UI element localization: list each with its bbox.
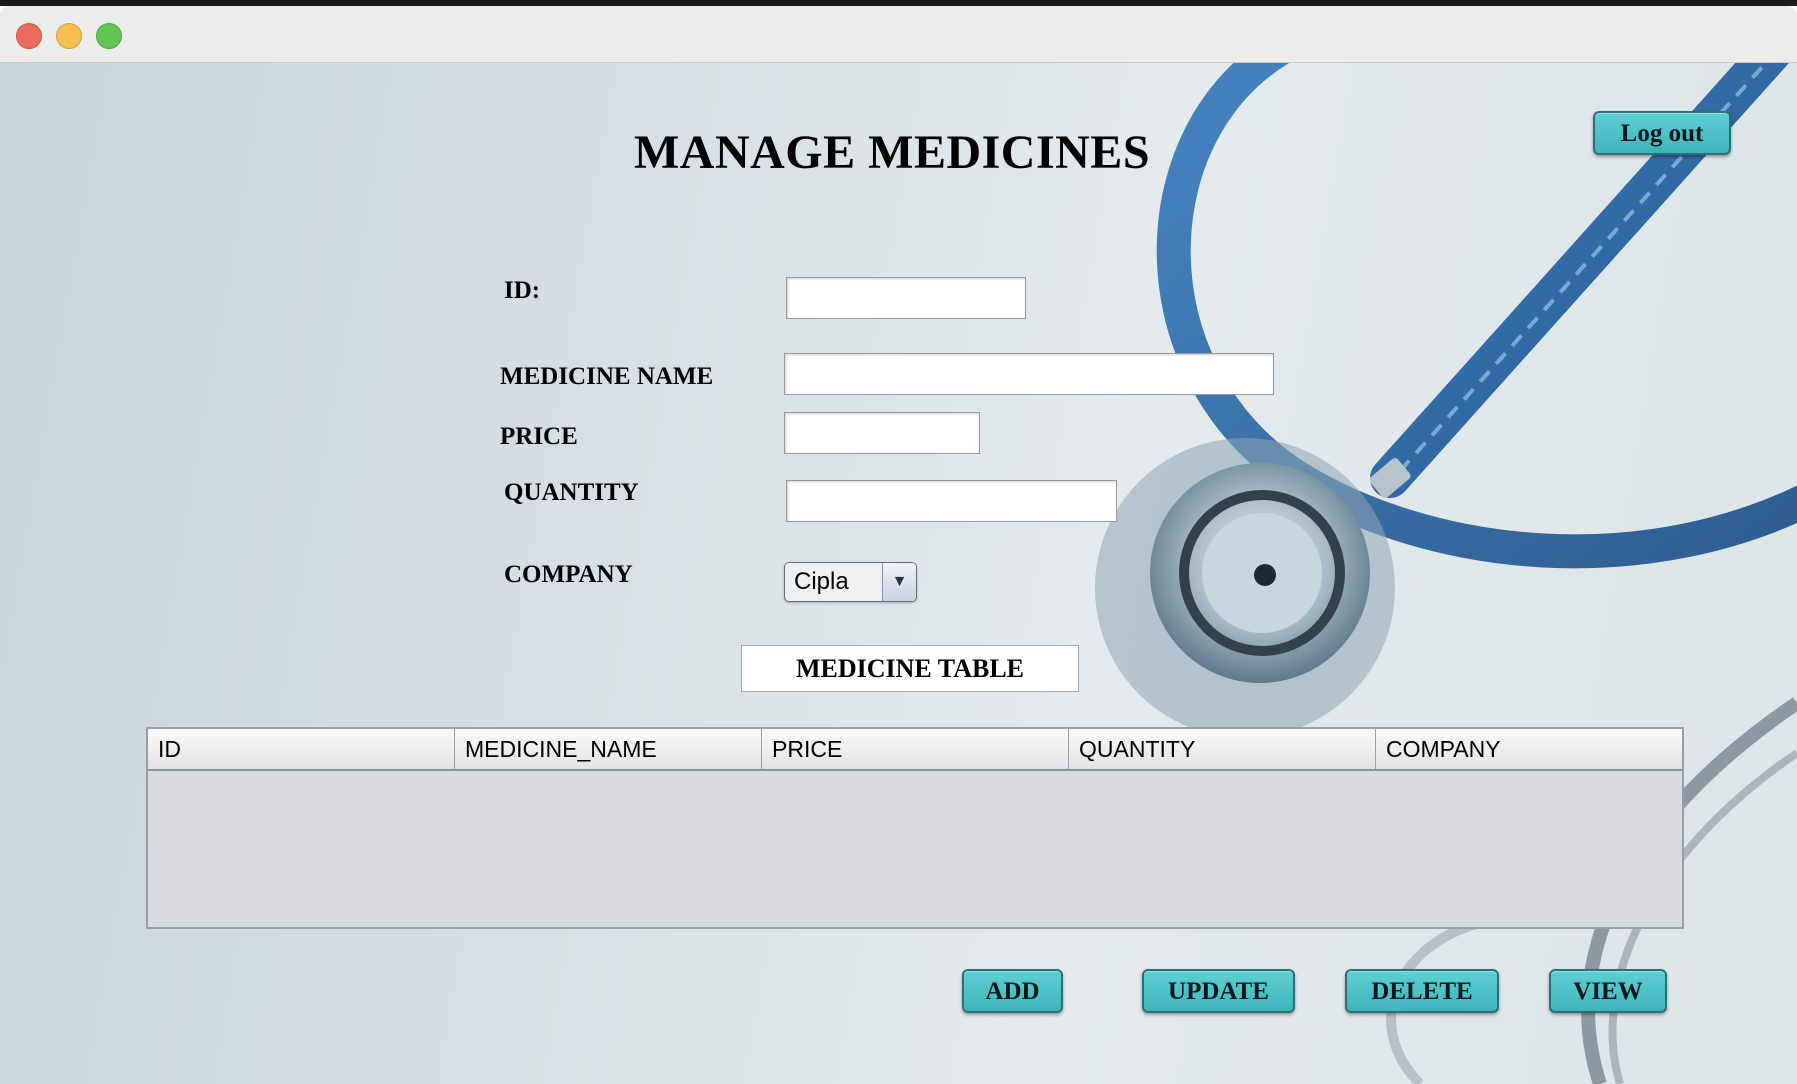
column-header-id[interactable]: ID [148,729,455,769]
app-window: MANAGE MEDICINES Log out ID: MEDICINE NA… [0,6,1797,1084]
column-header-price[interactable]: PRICE [762,729,1069,769]
column-header-company[interactable]: COMPANY [1376,729,1682,769]
medicine-name-field[interactable] [784,353,1274,395]
update-button[interactable]: UPDATE [1142,969,1295,1013]
column-header-medicine-name[interactable]: MEDICINE_NAME [455,729,762,769]
medicine-table-title: MEDICINE TABLE [741,645,1079,692]
chevron-down-icon[interactable]: ▼ [882,563,916,601]
close-window-button[interactable] [16,23,42,49]
add-button[interactable]: ADD [962,969,1063,1013]
table-header: ID MEDICINE_NAME PRICE QUANTITY COMPANY [148,729,1682,771]
maximize-window-button[interactable] [96,23,122,49]
price-field[interactable] [784,412,980,454]
company-select[interactable]: Cipla ▼ [784,562,917,602]
company-label: COMPANY [504,561,633,588]
view-button[interactable]: VIEW [1549,969,1667,1013]
table-body[interactable] [148,771,1682,927]
page-title: MANAGE MEDICINES [633,126,1151,179]
logout-button[interactable]: Log out [1593,111,1731,155]
medicine-table: ID MEDICINE_NAME PRICE QUANTITY COMPANY [146,727,1684,929]
quantity-label: QUANTITY [504,479,639,506]
id-field[interactable] [786,277,1026,319]
column-header-quantity[interactable]: QUANTITY [1069,729,1376,769]
price-label: PRICE [500,423,578,450]
main-panel: MANAGE MEDICINES Log out ID: MEDICINE NA… [0,63,1797,1084]
company-selected-value: Cipla [794,568,849,595]
delete-button[interactable]: DELETE [1345,969,1499,1013]
id-label: ID: [504,277,541,304]
quantity-field[interactable] [786,480,1117,522]
title-bar [0,6,1797,63]
minimize-window-button[interactable] [56,23,82,49]
medicine-name-label: MEDICINE NAME [500,363,714,390]
